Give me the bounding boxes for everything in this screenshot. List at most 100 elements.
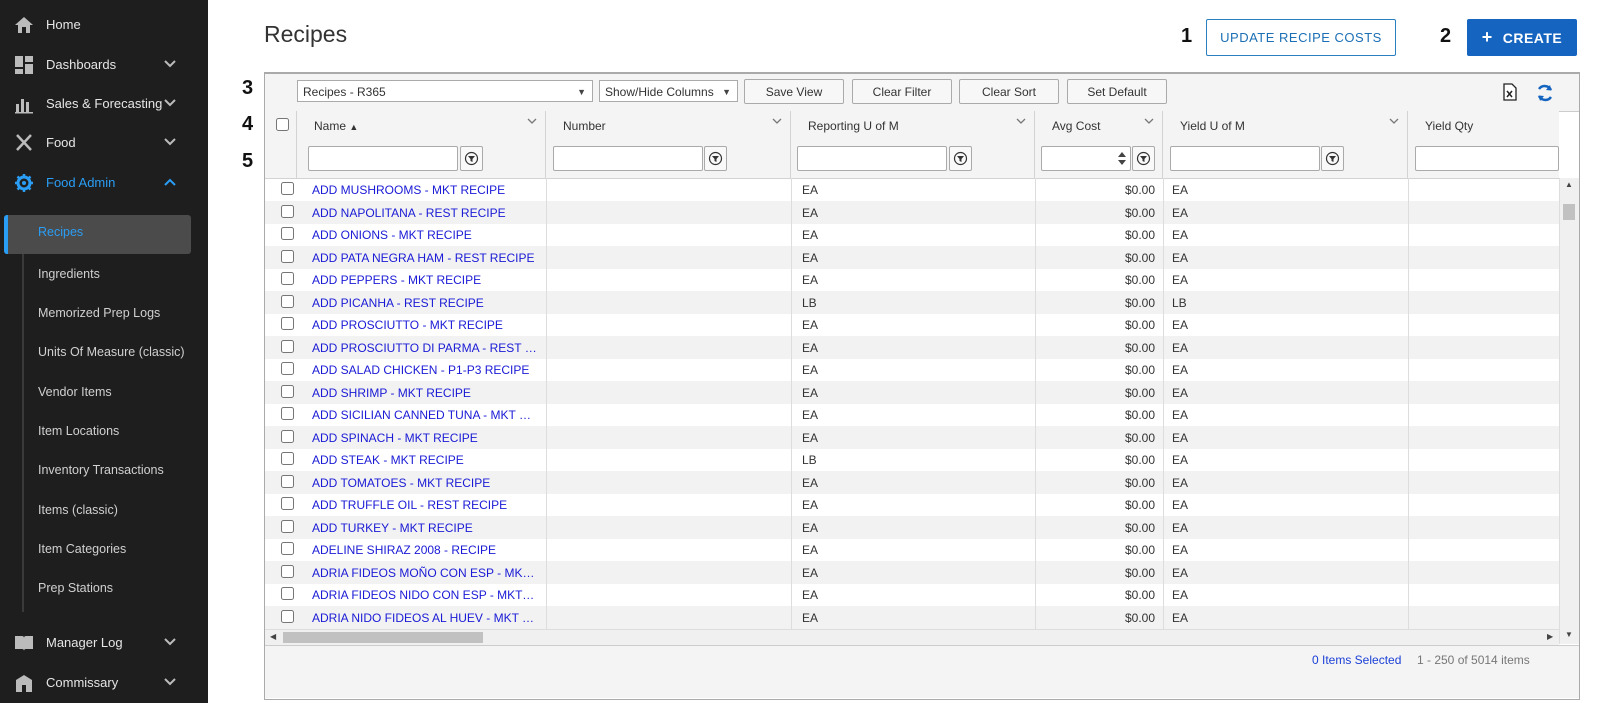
table-row[interactable]: ADD TRUFFLE OIL - REST RECIPE EA $0.00 EA [265,493,1559,516]
number-filter-button[interactable] [704,146,727,171]
table-row[interactable]: ADRIA NIDO FIDEOS AL HUEV - MKT RECIPE EA… [265,605,1559,629]
column-menu-icon[interactable] [772,117,782,125]
row-checkbox[interactable] [281,294,294,308]
yield-qty-filter-input[interactable] [1415,146,1559,171]
table-row[interactable]: ADD NAPOLITANA - REST RECIPE EA $0.00 EA [265,200,1559,224]
row-checkbox[interactable] [281,227,294,240]
scroll-up-icon[interactable]: ▲ [1565,180,1573,189]
recipe-name-link[interactable]: ADELINE SHIRAZ 2008 - RECIPE [312,543,496,557]
sidebar-item-commissary[interactable]: Commissary [0,668,208,698]
recipe-name-link[interactable]: ADD SALAD CHICKEN - P1-P3 RECIPE [312,363,529,377]
yield-uom-filter-button[interactable] [1321,146,1344,171]
table-row[interactable]: ADD SPINACH - MKT RECIPE EA $0.00 EA [265,425,1559,449]
scroll-down-icon[interactable]: ▼ [1565,630,1573,639]
table-row[interactable]: ADD PEPPERS - MKT RECIPE EA $0.00 EA [265,268,1559,291]
sidebar-item-sales-forecasting[interactable]: Sales & Forecasting [0,89,208,119]
row-checkbox[interactable] [281,429,294,443]
reporting-uom-filter-input[interactable] [797,146,947,171]
table-row[interactable]: ADD PROSCIUTTO DI PARMA - REST RECIPE EA $… [265,335,1559,359]
sidebar-subitem-units-of-measure[interactable]: Units Of Measure (classic) [38,342,185,362]
row-checkbox[interactable] [281,452,294,465]
vertical-scroll-thumb[interactable] [1563,204,1575,220]
update-recipe-costs-button[interactable]: UPDATE RECIPE COSTS [1206,19,1396,56]
row-checkbox[interactable] [281,587,294,600]
reporting-uom-filter-button[interactable] [949,146,972,171]
sidebar-item-food[interactable]: Food [0,128,208,158]
recipe-name-link[interactable]: ADD MUSHROOMS - MKT RECIPE [312,183,505,197]
scroll-right-icon[interactable]: ▶ [1547,632,1553,641]
export-excel-icon[interactable] [1502,83,1518,101]
column-header-number[interactable]: Number [546,111,791,140]
avg-cost-filter-input[interactable] [1041,146,1131,171]
name-filter-input[interactable] [308,146,458,171]
recipe-name-link[interactable]: ADD PROSCIUTTO - MKT RECIPE [312,318,503,332]
column-menu-icon[interactable] [1144,117,1154,125]
table-row[interactable]: ADD PATA NEGRA HAM - REST RECIPE EA $0.00 E… [265,245,1559,269]
row-checkbox[interactable] [281,182,294,195]
row-checkbox[interactable] [281,339,294,353]
horizontal-scroll-thumb[interactable] [283,632,483,643]
recipe-name-link[interactable]: ADD SICILIAN CANNED TUNA - MKT RECIPE [312,408,537,422]
table-row[interactable]: ADD STEAK - MKT RECIPE LB $0.00 EA [265,448,1559,471]
row-checkbox[interactable] [281,362,294,375]
recipe-name-link[interactable]: ADRIA NIDO FIDEOS AL HUEV - MKT RECIPE [312,611,537,625]
row-checkbox[interactable] [281,407,294,420]
table-row[interactable]: ADD SICILIAN CANNED TUNA - MKT RECIPE EA $… [265,403,1559,426]
name-filter-button[interactable] [460,146,483,171]
save-view-button[interactable]: Save View [744,79,844,104]
recipe-name-link[interactable]: ADD STEAK - MKT RECIPE [312,453,464,467]
avg-cost-filter-button[interactable] [1132,146,1155,171]
recipe-name-link[interactable]: ADRIA FIDEOS NIDO CON ESP - MKT RECIPE [312,588,537,602]
scroll-left-icon[interactable]: ◀ [270,632,276,641]
row-checkbox[interactable] [281,474,294,488]
clear-filter-button[interactable]: Clear Filter [852,79,952,104]
recipe-name-link[interactable]: ADD TOMATOES - MKT RECIPE [312,476,490,490]
sidebar-subitem-vendor-items[interactable]: Vendor Items [38,382,112,402]
row-checkbox[interactable] [281,542,294,555]
spinner-icon[interactable] [1117,150,1127,167]
recipe-name-link[interactable]: ADD PATA NEGRA HAM - REST RECIPE [312,251,535,265]
table-row[interactable]: ADRIA FIDEOS NIDO CON ESP - MKT RECIPE EA… [265,583,1559,606]
row-checkbox[interactable] [281,249,294,263]
sidebar-item-manager-log[interactable]: Manager Log [0,628,208,658]
sidebar-subitem-memorized-prep-logs[interactable]: Memorized Prep Logs [38,303,160,323]
sidebar-subitem-items-classic[interactable]: Items (classic) [38,500,118,520]
clear-sort-button[interactable]: Clear Sort [959,79,1059,104]
table-row[interactable]: ADRIA FIDEOS MOÑO CON ESP - MKT RECIPE EA… [265,560,1559,584]
row-checkbox[interactable] [281,204,294,218]
table-row[interactable]: ADD TURKEY - MKT RECIPE EA $0.00 EA [265,515,1559,539]
table-row[interactable]: ADD PICANHA - REST RECIPE LB $0.00 LB [265,290,1559,314]
yield-uom-filter-input[interactable] [1170,146,1320,171]
column-header-name[interactable]: Name ▲ [297,111,546,140]
select-all-checkbox[interactable] [276,118,289,131]
column-menu-icon[interactable] [1016,117,1026,125]
recipe-name-link[interactable]: ADD ONIONS - MKT RECIPE [312,228,472,242]
sidebar-item-food-admin[interactable]: Food Admin [0,168,208,198]
recipe-name-link[interactable]: ADD NAPOLITANA - REST RECIPE [312,206,506,220]
table-row[interactable]: ADD TOMATOES - MKT RECIPE EA $0.00 EA [265,470,1559,494]
set-default-button[interactable]: Set Default [1067,79,1167,104]
column-header-reporting-uom[interactable]: Reporting U of M [791,111,1035,140]
sidebar-subitem-inventory-transactions[interactable]: Inventory Transactions [38,460,164,480]
column-menu-icon[interactable] [527,117,537,125]
vertical-scrollbar[interactable]: ▲ ▼ [1559,178,1579,644]
sidebar-subitem-item-locations[interactable]: Item Locations [38,421,119,441]
row-checkbox[interactable] [281,564,294,578]
create-button[interactable]: + CREATE [1467,19,1577,56]
row-checkbox[interactable] [281,272,294,285]
recipe-name-link[interactable]: ADD SPINACH - MKT RECIPE [312,431,478,445]
column-header-yield-uom[interactable]: Yield U of M [1163,111,1408,140]
recipe-name-link[interactable]: ADD PROSCIUTTO DI PARMA - REST RECIPE [312,341,537,355]
number-filter-input[interactable] [553,146,703,171]
table-row[interactable]: ADD SALAD CHICKEN - P1-P3 RECIPE EA $0.00 E… [265,358,1559,381]
refresh-icon[interactable] [1535,83,1555,103]
table-row[interactable]: ADD ONIONS - MKT RECIPE EA $0.00 EA [265,223,1559,246]
column-menu-icon[interactable] [1389,117,1399,125]
horizontal-scrollbar[interactable]: ◀ ▶ [265,629,1559,646]
recipe-name-link[interactable]: ADRIA FIDEOS MOÑO CON ESP - MKT RECIPE [312,566,537,580]
view-select[interactable]: Recipes - R365 ▼ [297,80,593,102]
sidebar-subitem-ingredients[interactable]: Ingredients [38,264,100,284]
row-checkbox[interactable] [281,609,294,623]
sidebar-item-dashboards[interactable]: Dashboards [0,50,208,80]
table-row[interactable]: ADD SHRIMP - MKT RECIPE EA $0.00 EA [265,380,1559,404]
